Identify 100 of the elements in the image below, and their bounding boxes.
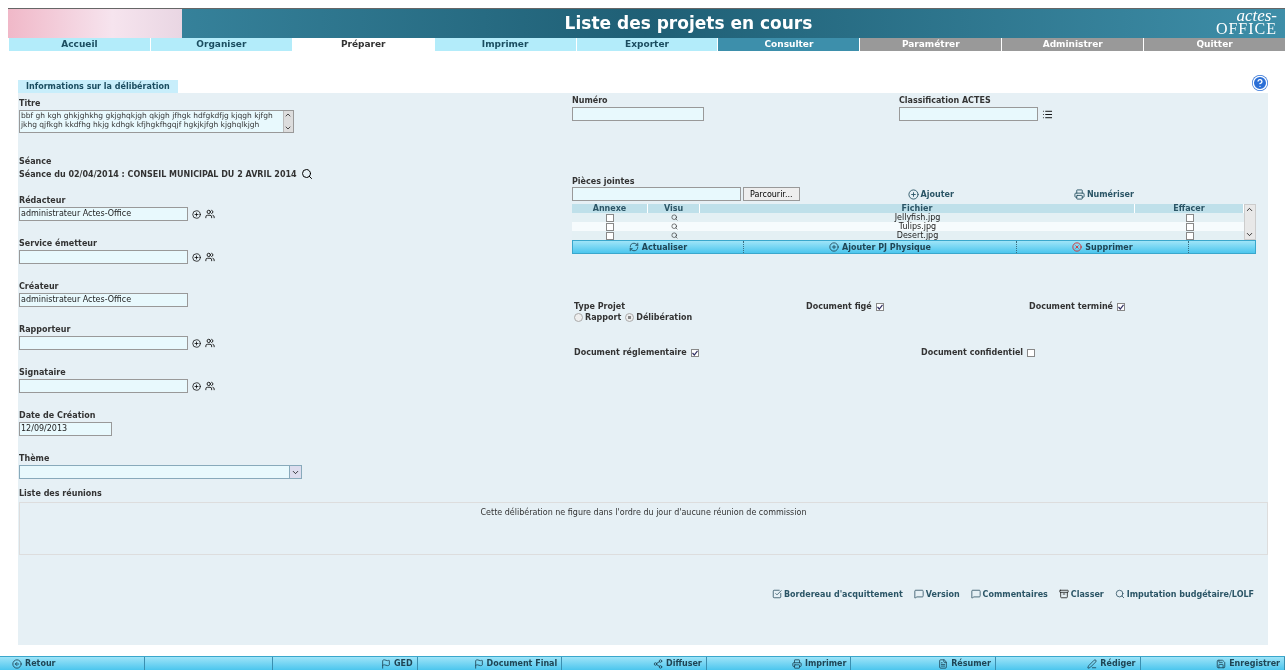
people-icon (205, 209, 215, 219)
add-link[interactable]: Ajouter (907, 188, 954, 200)
checkbox[interactable] (606, 231, 614, 240)
add-icon (829, 242, 840, 252)
field-label: Liste des réunions (19, 489, 103, 499)
scan-link[interactable]: Numériser (1073, 188, 1134, 200)
toolbar-button[interactable]: Supprimer (1017, 241, 1189, 253)
footer-button[interactable]: Imprimer (706, 657, 852, 670)
checkbox[interactable] (1027, 349, 1036, 357)
toolbar-button[interactable]: Actualiser (573, 241, 744, 253)
field-label: Titre (19, 99, 42, 109)
toolbar-button[interactable]: Ajouter PJ Physique (744, 241, 1017, 253)
table-cell-text: Desert.jpg (895, 231, 940, 240)
list-icon (1042, 108, 1053, 120)
action-link[interactable]: Classer (1058, 589, 1104, 599)
back-icon (12, 658, 22, 669)
input-field[interactable] (19, 336, 188, 350)
field-label: Document figé (806, 302, 872, 312)
session-value: Séance du 02/04/2014 : CONSEIL MUNICIPAL DU 2 AVRIL 2014 (19, 169, 297, 179)
input-field[interactable] (572, 107, 704, 121)
scrollbar[interactable] (1244, 204, 1256, 240)
checkbox-icon (772, 589, 782, 599)
add-icon (192, 252, 201, 262)
field-label: Signataire (19, 368, 67, 378)
field-label: Rapporteur (19, 325, 72, 335)
theme-select[interactable] (19, 465, 302, 479)
field-label: Thème (19, 454, 51, 464)
page-title: Liste des projets en cours (563, 12, 814, 35)
checkbox[interactable] (1185, 213, 1194, 222)
save-icon (1216, 658, 1227, 669)
footer-button[interactable]: Rédiger (995, 657, 1141, 670)
field-label: Numéro (572, 96, 609, 106)
magnifier-icon (670, 232, 678, 239)
action-link[interactable]: Imputation budgétaire/LOLF (1114, 589, 1254, 599)
option-label: Délibération (636, 313, 693, 322)
footer-button[interactable]: Résumer (851, 657, 996, 670)
field-label: Date de Création (19, 411, 97, 421)
section-tab[interactable]: Informations sur la délibération (18, 80, 178, 93)
action-link[interactable]: Bordereau d'acquittement (772, 589, 903, 599)
checkbox[interactable] (1185, 231, 1194, 240)
document-icon (938, 658, 949, 669)
field-label: Document terminé (1029, 302, 1114, 312)
action-link[interactable]: Commentaires (970, 589, 1048, 599)
field-label: Pièces jointes (572, 177, 636, 187)
share-icon (653, 658, 664, 669)
radio-button[interactable] (574, 313, 583, 322)
checkbox[interactable] (606, 222, 614, 231)
input-field[interactable] (19, 379, 188, 393)
field-label: Rédacteur (19, 196, 67, 206)
edit-icon (1087, 658, 1098, 669)
nav-tab[interactable]: Consulter (717, 38, 860, 51)
field-label: Document réglementaire (574, 348, 687, 358)
empty-message: Cette délibération ne figure dans l'ordre du jour d'aucune réunion de commission (480, 508, 807, 519)
footer-button[interactable]: Document Final (417, 657, 563, 670)
checkbox[interactable] (875, 303, 884, 311)
footer-button[interactable]: Enregistrer (1140, 657, 1285, 670)
table-cell-text: Jellyfish.jpg (893, 213, 942, 222)
checkbox[interactable] (1117, 303, 1126, 311)
scanner-icon (1073, 188, 1085, 200)
checkbox[interactable] (690, 349, 699, 357)
logo: actes- OFFICE (1214, 9, 1278, 38)
footer-button[interactable]: GED (273, 657, 418, 670)
checkbox[interactable] (1185, 222, 1194, 231)
checkbox[interactable] (606, 213, 614, 222)
refresh-icon (628, 242, 639, 252)
search-icon (300, 168, 313, 180)
field-label: Séance (19, 157, 53, 167)
add-icon (907, 188, 919, 200)
add-icon (192, 209, 201, 219)
footer-button[interactable]: Diffuser (562, 657, 707, 670)
field-label: Document confidentiel (921, 348, 1024, 358)
magnifier-icon (670, 214, 678, 221)
add-icon (192, 381, 201, 391)
input-field[interactable]: 12/09/2013 (19, 422, 112, 436)
people-icon (205, 252, 215, 262)
magnifier-icon (670, 223, 678, 230)
radio-button[interactable] (625, 313, 635, 322)
field-label: Classification ACTES (899, 96, 992, 106)
input-field[interactable] (19, 250, 188, 264)
add-icon (192, 338, 201, 348)
input-field[interactable]: administrateur Actes-Office (19, 207, 188, 221)
table-cell-text: Tulips.jpg (898, 222, 937, 231)
comment-icon (970, 589, 981, 599)
browse-button[interactable]: Parcourir... (743, 187, 800, 201)
help-icon[interactable] (1252, 75, 1268, 91)
nav-tab[interactable]: Organiser (149, 38, 292, 51)
footer-button[interactable]: Retour (0, 657, 145, 670)
cabinet-icon (1058, 589, 1069, 599)
input-field[interactable] (899, 107, 1038, 121)
input-field[interactable]: administrateur Actes-Office (19, 293, 188, 307)
nav-tab[interactable]: Exporter (575, 38, 718, 51)
scroll-down-icon (284, 124, 292, 132)
people-icon (205, 338, 215, 348)
field-label: Créateur (19, 282, 60, 292)
file-input[interactable] (572, 187, 741, 201)
nav-tab[interactable]: Accueil (8, 38, 150, 51)
search-icon (1114, 589, 1125, 599)
action-link[interactable]: Version (913, 589, 960, 599)
option-label: Rapport (585, 313, 622, 322)
nav-tab[interactable]: Imprimer (433, 38, 576, 51)
